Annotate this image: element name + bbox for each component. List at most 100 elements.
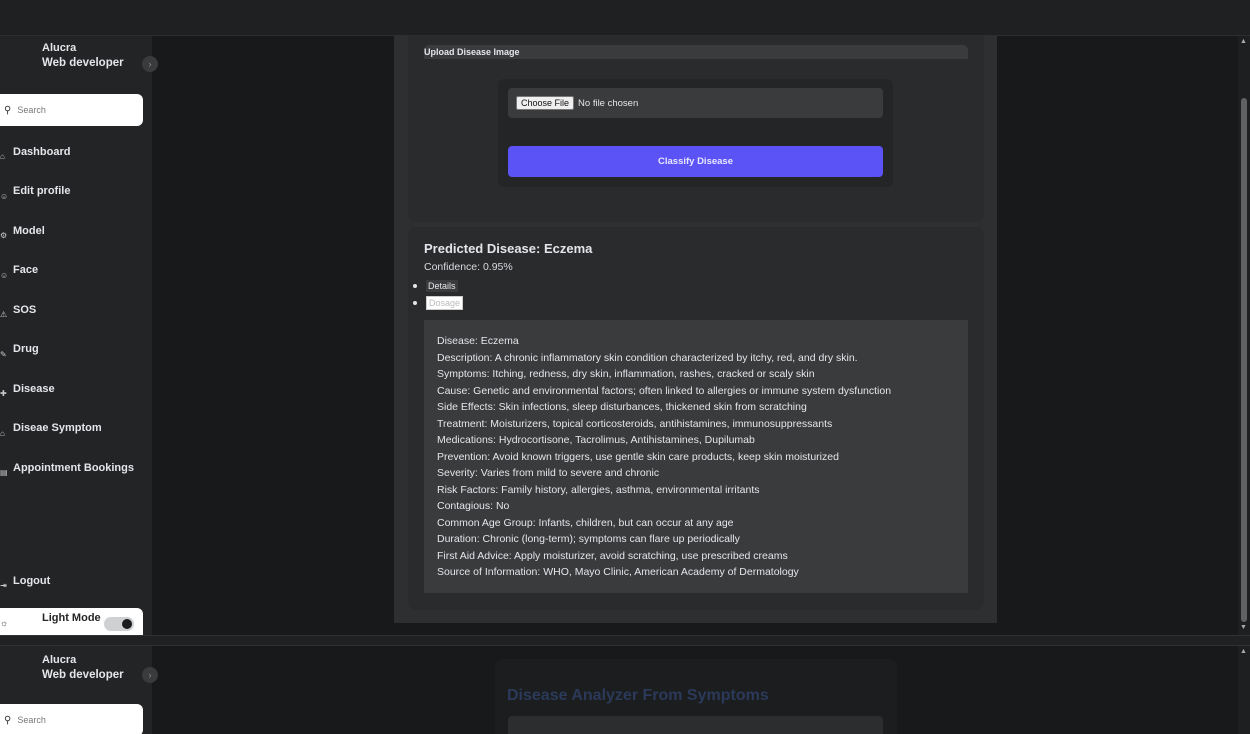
detail-line: Side Effects: Skin infections, sleep dis… bbox=[437, 401, 807, 413]
model-icon: ⚙ bbox=[0, 231, 8, 241]
details-box: Disease: Eczema Description: A chronic i… bbox=[424, 320, 968, 593]
face-icon: ☺ bbox=[0, 270, 9, 280]
search-input[interactable] bbox=[17, 715, 128, 725]
sidebar-item-edit-profile[interactable]: ☺ Edit profile bbox=[0, 172, 152, 212]
upload-card: Upload Disease Image Choose File No file… bbox=[408, 36, 984, 222]
sidebar: Alucra Web developer › ⚲ bbox=[0, 646, 158, 734]
logout-label: Logout bbox=[13, 574, 51, 587]
upload-form: Choose File No file chosen Classify Dise… bbox=[498, 79, 893, 187]
detail-line: Common Age Group: Infants, children, but… bbox=[437, 516, 734, 529]
profile-name: Alucra bbox=[42, 654, 77, 666]
confidence-text: Confidence: 0.95% bbox=[424, 261, 513, 273]
detail-line: Disease: Eczema bbox=[437, 335, 519, 347]
tab-dosage[interactable]: Dosage bbox=[413, 294, 464, 311]
upload-header: Upload Disease Image bbox=[424, 45, 968, 59]
sidebar-item-appointment-bookings[interactable]: ▤ Appointment Bookings bbox=[0, 448, 152, 488]
profile: Alucra Web developer bbox=[42, 654, 124, 681]
sidebar-item-label: Dashboard bbox=[13, 145, 71, 158]
search-icon: ⚲ bbox=[4, 714, 12, 726]
light-mode-label: Light Mode bbox=[42, 612, 101, 624]
sidebar-item-disease[interactable]: ✚ Disease bbox=[0, 369, 152, 409]
scroll-thumb[interactable] bbox=[1241, 98, 1247, 622]
calendar-icon: ▤ bbox=[0, 468, 8, 478]
sidebar-item-label: Diseae Symptom bbox=[13, 422, 102, 435]
light-mode-toggle[interactable]: ☼ Light Mode bbox=[0, 608, 143, 635]
file-status: No file chosen bbox=[578, 97, 639, 109]
detail-line: Prevention: Avoid known triggers, use ge… bbox=[437, 450, 839, 463]
frame-divider[interactable] bbox=[0, 635, 1250, 646]
detail-line: Risk Factors: Family history, allergies,… bbox=[437, 483, 760, 496]
search-input[interactable] bbox=[17, 105, 128, 115]
disease-icon: ✚ bbox=[0, 389, 7, 399]
detail-line: Contagious: No bbox=[437, 500, 510, 512]
sidebar-item-label: Model bbox=[13, 224, 45, 237]
detail-line: First Aid Advice: Apply moisturizer, avo… bbox=[437, 549, 788, 562]
chevron-right-icon: › bbox=[148, 670, 152, 680]
sidebar-item-sos[interactable]: ⚠ SOS bbox=[0, 290, 152, 330]
sidebar-item-face[interactable]: ☺ Face bbox=[0, 251, 152, 291]
sidebar-item-drug[interactable]: ✎ Drug bbox=[0, 330, 152, 370]
search-box[interactable]: ⚲ bbox=[0, 94, 143, 126]
file-input[interactable]: Choose File No file chosen bbox=[508, 88, 883, 118]
bullet bbox=[413, 300, 417, 305]
lower-frame: Alucra Web developer › ⚲ Disease Analyze… bbox=[0, 646, 1250, 734]
drug-icon: ✎ bbox=[0, 349, 7, 359]
detail-line: Medications: Hydrocortisone, Tacrolimus,… bbox=[437, 434, 755, 446]
switch-knob bbox=[122, 619, 132, 629]
sos-icon: ⚠ bbox=[0, 310, 8, 320]
choose-file-button[interactable]: Choose File bbox=[516, 96, 575, 110]
sidebar-item-label: Appointment Bookings bbox=[13, 461, 134, 474]
logout-button[interactable]: ⇥ Logout bbox=[0, 571, 51, 591]
sidebar-item-model[interactable]: ⚙ Model bbox=[0, 211, 152, 251]
chevron-right-icon: › bbox=[148, 59, 152, 69]
search-icon: ⚲ bbox=[4, 104, 12, 116]
symptom-icon: ⌂ bbox=[0, 428, 5, 438]
result-card: Predicted Disease: Eczema Confidence: 0.… bbox=[408, 227, 984, 610]
scroll-up-arrow-icon[interactable]: ▲ bbox=[1240, 38, 1247, 45]
sidebar-item-dashboard[interactable]: ⌂ Dashboard bbox=[0, 132, 152, 172]
result-tabs: Details Dosage bbox=[413, 277, 464, 311]
predicted-disease-title: Predicted Disease: Eczema bbox=[424, 241, 593, 256]
tab-dosage-label[interactable]: Dosage bbox=[426, 295, 464, 310]
sidebar-item-label: Face bbox=[13, 264, 39, 277]
scroll-up-arrow-icon[interactable]: ▲ bbox=[1240, 648, 1247, 655]
sun-icon: ☼ bbox=[0, 618, 9, 628]
symptoms-input[interactable] bbox=[508, 716, 883, 734]
search-box[interactable]: ⚲ bbox=[0, 704, 143, 734]
profile: Alucra Web developer bbox=[42, 42, 124, 69]
profile-role: Web developer bbox=[42, 669, 124, 681]
main-panel: Upload Disease Image Choose File No file… bbox=[394, 36, 997, 623]
mode-switch[interactable] bbox=[104, 617, 134, 631]
scroll-down-arrow-icon[interactable]: ▼ bbox=[1240, 624, 1247, 631]
sidebar-item-label: Disease bbox=[13, 382, 55, 395]
classify-disease-button[interactable]: Classify Disease bbox=[508, 146, 883, 177]
tab-details[interactable]: Details bbox=[413, 277, 463, 294]
logout-icon: ⇥ bbox=[0, 581, 7, 590]
detail-line: Symptoms: Itching, redness, dry skin, in… bbox=[437, 368, 815, 380]
upper-scrollbar[interactable]: ▲ ▼ bbox=[1238, 36, 1250, 635]
detail-line: Duration: Chronic (long-term); symptoms … bbox=[437, 533, 740, 545]
bullet bbox=[413, 283, 417, 288]
sidebar-item-label: Edit profile bbox=[13, 185, 71, 198]
detail-line: Source of Information: WHO, Mayo Clinic,… bbox=[437, 566, 799, 578]
sidebar-item-label: SOS bbox=[13, 303, 37, 316]
symptom-analyzer-card: Disease Analyzer From Symptoms bbox=[495, 659, 897, 734]
sidebar-nav: ⌂ Dashboard ☺ Edit profile ⚙ Model ☺ Face ⚠ S… bbox=[0, 132, 152, 488]
detail-line: Treatment: Moisturizers, topical cortico… bbox=[437, 417, 833, 430]
detail-line: Cause: Genetic and environmental factors… bbox=[437, 384, 892, 397]
user-icon: ☺ bbox=[0, 191, 9, 201]
home-icon: ⌂ bbox=[0, 152, 5, 162]
lower-scrollbar[interactable]: ▲ bbox=[1238, 646, 1250, 734]
detail-line: Severity: Varies from mild to severe and… bbox=[437, 467, 660, 479]
upper-frame: Alucra Web developer › ⚲ ⌂ Dashboard ☺ Edi… bbox=[0, 36, 1250, 635]
profile-role: Web developer bbox=[42, 57, 124, 69]
sidebar-toggle-button[interactable]: › bbox=[142, 667, 158, 683]
symptom-analyzer-title: Disease Analyzer From Symptoms bbox=[507, 687, 769, 704]
sidebar-toggle-button[interactable]: › bbox=[142, 56, 158, 72]
browser-top-bar bbox=[0, 0, 1250, 36]
sidebar-item-label: Drug bbox=[13, 343, 39, 356]
detail-line: Description: A chronic inflammatory skin… bbox=[437, 351, 858, 364]
sidebar-item-disease-symptom[interactable]: ⌂ Diseae Symptom bbox=[0, 409, 152, 449]
profile-name: Alucra bbox=[42, 42, 77, 54]
tab-details-label[interactable]: Details bbox=[426, 279, 458, 292]
